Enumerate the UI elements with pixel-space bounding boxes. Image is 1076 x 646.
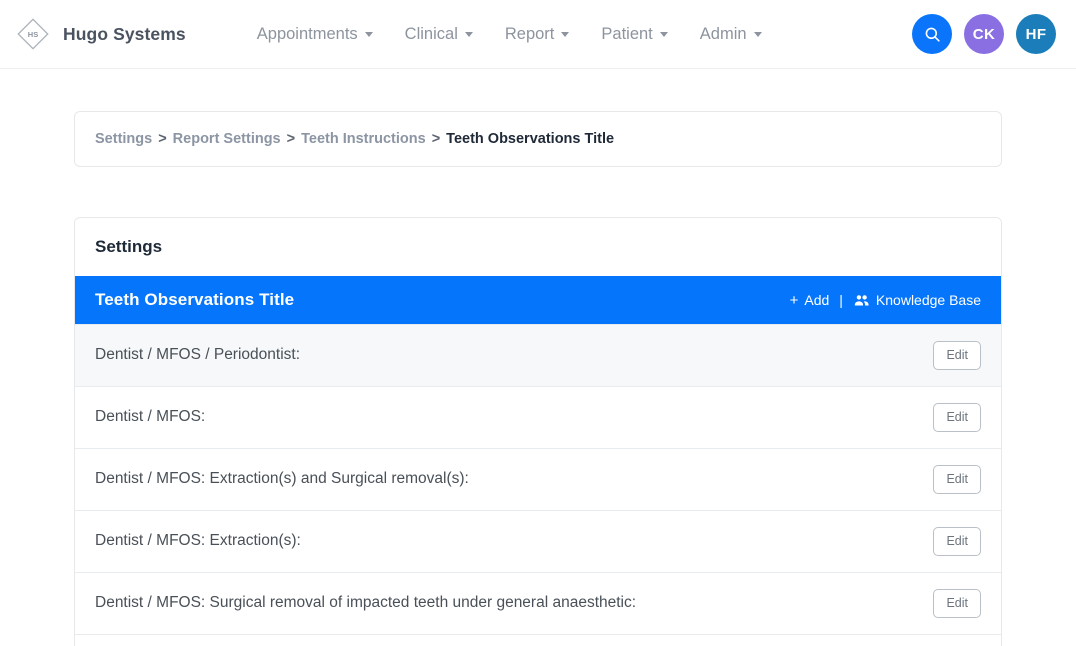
section-actions: + Add | Knowledge Base <box>790 292 981 309</box>
chevron-down-icon <box>753 31 762 37</box>
top-navbar: HS Hugo Systems Appointments Clinical Re… <box>0 0 1076 69</box>
card-header-title: Settings <box>75 218 1001 276</box>
edit-button[interactable]: Edit <box>933 341 981 370</box>
breadcrumb-separator: > <box>431 131 441 147</box>
chevron-down-icon <box>364 31 373 37</box>
table-row[interactable]: Dentist / MFOS: Edit <box>75 386 1001 448</box>
nav-item-label: Patient <box>601 24 653 43</box>
nav-item-label: Clinical <box>404 24 458 43</box>
breadcrumb-item-current: Teeth Observations Title <box>446 131 615 147</box>
avatar-initials: HF <box>1025 25 1047 43</box>
search-icon <box>923 25 942 44</box>
breadcrumb-item-report-settings[interactable]: Report Settings <box>173 131 281 147</box>
chevron-down-icon <box>561 31 570 37</box>
knowledge-base-button[interactable]: Knowledge Base <box>853 292 981 309</box>
edit-button[interactable]: Edit <box>933 589 981 618</box>
nav-item-patient[interactable]: Patient <box>585 17 683 52</box>
section-title: Teeth Observations Title <box>95 290 295 309</box>
edit-button[interactable]: Edit <box>933 403 981 432</box>
nav-item-label: Admin <box>699 24 747 43</box>
search-button[interactable] <box>912 14 952 54</box>
table-row[interactable]: Dentist / MFOS: Extraction(s) and Surgic… <box>75 448 1001 510</box>
breadcrumb: Settings > Report Settings > Teeth Instr… <box>95 131 981 147</box>
breadcrumb-separator: > <box>158 131 167 147</box>
settings-card: Settings Teeth Observations Title + Add … <box>74 217 1002 646</box>
row-label: Dentist / MFOS / Periodontist: <box>95 346 301 364</box>
chevron-down-icon <box>659 31 668 37</box>
brand-name: Hugo Systems <box>63 23 186 44</box>
breadcrumb-separator: > <box>286 131 296 147</box>
diamond-logo-icon: HS <box>14 15 52 53</box>
plus-icon: + <box>789 291 799 309</box>
users-icon <box>853 292 870 309</box>
table-row[interactable]: Dentist / Patient: Please check for cari… <box>75 634 1001 646</box>
row-label: Dentist / MFOS: Extraction(s): <box>95 532 301 550</box>
page-content: Settings > Report Settings > Teeth Instr… <box>0 111 1076 646</box>
action-separator: | <box>839 292 843 308</box>
edit-button[interactable]: Edit <box>933 465 981 494</box>
avatar-hf[interactable]: HF <box>1016 14 1056 54</box>
knowledge-base-label: Knowledge Base <box>875 292 981 308</box>
row-label: Dentist / MFOS: <box>95 408 206 426</box>
edit-button[interactable]: Edit <box>933 527 981 556</box>
breadcrumb-item-settings[interactable]: Settings <box>95 131 152 147</box>
avatar-ck[interactable]: CK <box>964 14 1004 54</box>
main-navigation: Appointments Clinical Report Patient Adm… <box>241 17 778 52</box>
svg-text:HS: HS <box>28 30 38 39</box>
breadcrumb-item-teeth-instructions[interactable]: Teeth Instructions <box>301 131 426 147</box>
table-row[interactable]: Dentist / MFOS / Periodontist: Edit <box>75 324 1001 386</box>
brand-logo-link[interactable]: HS Hugo Systems <box>14 15 186 53</box>
row-label: Dentist / MFOS: Extraction(s) and Surgic… <box>95 470 469 488</box>
nav-item-appointments[interactable]: Appointments <box>241 17 389 52</box>
section-title-bar: Teeth Observations Title + Add | Knowled… <box>75 276 1001 324</box>
nav-item-label: Report <box>504 24 555 43</box>
nav-item-label: Appointments <box>256 24 358 43</box>
table-row[interactable]: Dentist / MFOS: Extraction(s): Edit <box>75 510 1001 572</box>
chevron-down-icon <box>464 31 473 37</box>
row-label: Dentist / MFOS: Surgical removal of impa… <box>95 594 637 612</box>
nav-item-clinical[interactable]: Clinical <box>389 17 489 52</box>
navbar-actions: CK HF <box>912 14 1056 54</box>
nav-item-admin[interactable]: Admin <box>684 17 778 52</box>
add-button[interactable]: + Add <box>790 292 830 308</box>
table-row[interactable]: Dentist / MFOS: Surgical removal of impa… <box>75 572 1001 634</box>
avatar-initials: CK <box>972 25 996 43</box>
breadcrumb-card: Settings > Report Settings > Teeth Instr… <box>74 111 1002 167</box>
add-button-label: Add <box>804 292 830 308</box>
nav-item-report[interactable]: Report <box>489 17 586 52</box>
